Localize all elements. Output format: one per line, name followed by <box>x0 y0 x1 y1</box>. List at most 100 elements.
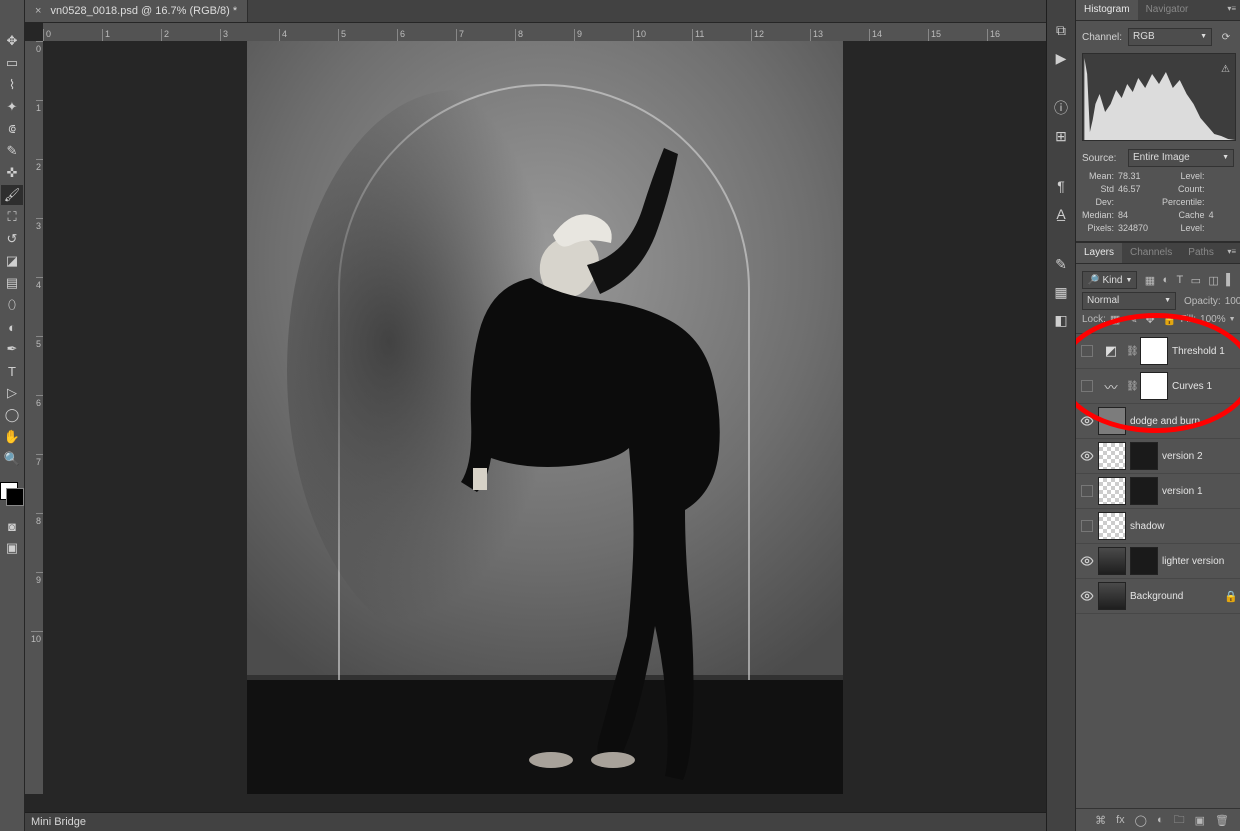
canvas[interactable] <box>43 41 1046 794</box>
visibility-toggle[interactable] <box>1076 485 1098 497</box>
layer-thumb[interactable] <box>1098 477 1126 505</box>
filter-toggle[interactable]: ▌ <box>1226 274 1234 286</box>
lock-all-icon[interactable]: 🔒 <box>1163 313 1177 326</box>
tab-layers[interactable]: Layers <box>1076 243 1122 263</box>
layer-row[interactable]: lighter version <box>1076 544 1240 579</box>
dock-character-icon[interactable]: A̲ <box>1047 202 1075 226</box>
mask-icon[interactable]: ◯ <box>1135 814 1147 827</box>
visibility-toggle[interactable] <box>1076 414 1098 428</box>
filter-adjust-icon[interactable]: ◐ <box>1163 274 1170 286</box>
panel-menu-icon[interactable]: ▾≡ <box>1227 247 1236 256</box>
eyedropper-tool[interactable]: ✎ <box>1 141 23 161</box>
dock-styles-icon[interactable]: ◧ <box>1047 308 1075 332</box>
tab-channels[interactable]: Channels <box>1122 243 1180 263</box>
layer-mask-thumb[interactable] <box>1130 442 1158 470</box>
dock-info-icon[interactable]: ⓘ <box>1047 96 1075 120</box>
wand-tool[interactable]: ✦ <box>1 97 23 117</box>
layer-mask-thumb[interactable] <box>1140 372 1168 400</box>
blur-tool[interactable]: ⬯ <box>1 295 23 315</box>
lock-move-icon[interactable]: ✥ <box>1146 313 1155 326</box>
layer-row[interactable]: ◩⛓Threshold 1 <box>1076 334 1240 369</box>
lock-trans-icon[interactable]: ▦ <box>1110 313 1120 326</box>
filter-smart-icon[interactable]: ◫ <box>1208 274 1218 287</box>
stamp-tool[interactable]: ⛶ <box>1 207 23 227</box>
ruler-vertical[interactable]: 012345678910 <box>25 41 44 794</box>
layer-thumb[interactable] <box>1098 442 1126 470</box>
dock-swatches-icon[interactable]: ▦ <box>1047 280 1075 304</box>
opacity-value[interactable]: 100% <box>1225 296 1240 307</box>
layer-row[interactable]: version 2 <box>1076 439 1240 474</box>
fx-icon[interactable]: fx <box>1116 814 1125 826</box>
link-layers-icon[interactable]: ⌘ <box>1095 814 1106 827</box>
visibility-toggle[interactable] <box>1076 520 1098 532</box>
pen-tool[interactable]: ✒ <box>1 339 23 359</box>
layer-name[interactable]: lighter version <box>1162 556 1240 567</box>
visibility-toggle[interactable] <box>1076 345 1098 357</box>
layer-thumb[interactable] <box>1098 582 1126 610</box>
tab-navigator[interactable]: Navigator <box>1138 0 1197 20</box>
layer-name[interactable]: version 1 <box>1162 486 1240 497</box>
fill-value[interactable]: 100% <box>1200 314 1226 325</box>
layer-mask-thumb[interactable] <box>1130 477 1158 505</box>
layer-mask-thumb[interactable] <box>1130 547 1158 575</box>
layer-row[interactable]: shadow <box>1076 509 1240 544</box>
tab-paths[interactable]: Paths <box>1180 243 1222 263</box>
layer-name[interactable]: shadow <box>1130 521 1240 532</box>
visibility-toggle[interactable] <box>1076 589 1098 603</box>
panel-menu-icon[interactable]: ▾≡ <box>1227 4 1236 13</box>
layer-list[interactable]: ◩⛓Threshold 1〰⛓Curves 1 dodge and burn ver… <box>1076 334 1240 808</box>
refresh-icon[interactable]: ⟳ <box>1218 29 1234 45</box>
filter-kind-dropdown[interactable]: 🔎Kind▼ <box>1082 271 1137 289</box>
layer-name[interactable]: Curves 1 <box>1172 381 1240 392</box>
visibility-toggle[interactable] <box>1076 554 1098 568</box>
dock-properties-icon[interactable]: ⊞ <box>1047 124 1075 148</box>
screenmode-toggle[interactable]: ▣ <box>1 538 23 558</box>
layer-row[interactable]: dodge and burn <box>1076 404 1240 439</box>
dock-paragraph-icon[interactable]: ¶ <box>1047 174 1075 198</box>
source-dropdown[interactable]: Entire Image▼ <box>1128 149 1234 167</box>
tab-close-icon[interactable]: × <box>35 5 41 17</box>
eraser-tool[interactable]: ◪ <box>1 251 23 271</box>
dock-history-icon[interactable]: ⧉ <box>1047 18 1075 42</box>
mini-bridge-tab[interactable]: Mini Bridge <box>25 812 1046 831</box>
move-tool[interactable]: ✥ <box>1 31 23 51</box>
layer-row[interactable]: version 1 <box>1076 474 1240 509</box>
layer-name[interactable]: version 2 <box>1162 451 1240 462</box>
shape-tool[interactable]: ◯ <box>1 405 23 425</box>
brush-tool[interactable]: 🖌 <box>1 185 23 205</box>
blend-mode-dropdown[interactable]: Normal▼ <box>1082 292 1176 310</box>
dock-brush-icon[interactable]: ✎ <box>1047 252 1075 276</box>
delete-layer-icon[interactable]: 🗑 <box>1215 814 1229 827</box>
dodge-tool[interactable]: ◐ <box>1 317 23 337</box>
marquee-tool[interactable]: ▭ <box>1 53 23 73</box>
tab-histogram[interactable]: Histogram <box>1076 0 1138 20</box>
layer-thumb[interactable] <box>1098 407 1126 435</box>
visibility-toggle[interactable] <box>1076 449 1098 463</box>
group-icon[interactable]: 🗀 <box>1174 811 1185 830</box>
quickmask-toggle[interactable]: ◙ <box>1 516 23 536</box>
new-layer-icon[interactable]: ▣ <box>1195 814 1205 827</box>
layer-name[interactable]: dodge and burn <box>1130 416 1240 427</box>
channel-dropdown[interactable]: RGB▼ <box>1128 28 1212 46</box>
layer-thumb[interactable] <box>1098 512 1126 540</box>
layer-name[interactable]: Background <box>1130 591 1222 602</box>
gradient-tool[interactable]: ▤ <box>1 273 23 293</box>
filter-type-icon[interactable]: T <box>1177 274 1184 286</box>
visibility-toggle[interactable] <box>1076 380 1098 392</box>
layer-row[interactable]: Background🔒 <box>1076 579 1240 614</box>
color-swatches[interactable] <box>0 482 24 506</box>
layer-row[interactable]: 〰⛓Curves 1 <box>1076 369 1240 404</box>
dock-actions-icon[interactable]: ▶ <box>1047 46 1075 70</box>
layer-name[interactable]: Threshold 1 <box>1172 346 1240 357</box>
history-brush-tool[interactable]: ↺ <box>1 229 23 249</box>
cached-warning-icon[interactable]: ⚠ <box>1221 64 1230 75</box>
ruler-horizontal[interactable]: 012345678910111213141516 <box>43 23 1046 42</box>
zoom-tool[interactable]: 🔍 <box>1 449 23 469</box>
lock-paint-icon[interactable]: ✎ <box>1128 313 1137 326</box>
adjust-layer-icon[interactable]: ◐ <box>1157 814 1164 826</box>
hand-tool[interactable]: ✋ <box>1 427 23 447</box>
filter-shape-icon[interactable]: ▭ <box>1191 274 1201 287</box>
layer-mask-thumb[interactable] <box>1140 337 1168 365</box>
crop-tool[interactable]: ⟃ <box>1 119 23 139</box>
layer-thumb[interactable] <box>1098 547 1126 575</box>
